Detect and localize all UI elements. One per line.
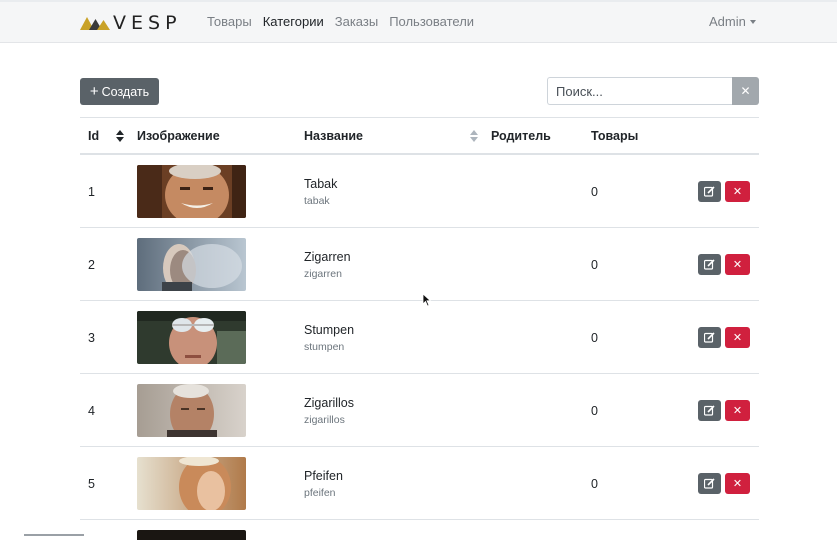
category-product-count: 0 [591,477,598,491]
delete-button[interactable]: ✕ [725,327,750,348]
category-name: Tabak [304,177,338,191]
edit-button[interactable] [698,254,721,275]
column-header-id[interactable]: Id [88,129,99,143]
category-id: 4 [88,404,95,418]
column-header-products: Товары [591,129,639,143]
table-row: 1 Tabak tabak 0 ✕ [80,155,759,228]
category-id: 1 [88,185,95,199]
brand-name: VESP [113,12,182,34]
column-header-parent: Родитель [491,129,551,143]
table-row: 2 Zigarren zigarren 0 ✕ [80,228,759,301]
edit-icon [704,332,715,343]
category-id: 2 [88,258,95,272]
category-image [137,311,246,364]
column-header-image: Изображение [137,129,220,143]
close-icon: ✕ [732,186,743,198]
categories-table: Id Изображение Название Родитель Товары … [80,117,759,540]
category-id: 3 [88,331,95,345]
logo-mark-icon [80,17,110,30]
edit-button[interactable] [698,400,721,421]
category-slug: zigarillos [304,414,345,426]
table-row-partial [80,520,759,540]
category-product-count: 0 [591,404,598,418]
nav-item-products[interactable]: Товары [207,14,252,29]
edit-icon [704,259,715,270]
edit-icon [704,478,715,489]
delete-button[interactable]: ✕ [725,254,750,275]
category-product-count: 0 [591,258,598,272]
delete-button[interactable]: ✕ [725,473,750,494]
category-slug: zigarren [304,268,342,280]
plus-icon: + [89,83,99,100]
table-row: 4 Zigarillos zigarillos 0 ✕ [80,374,759,447]
category-slug: stumpen [304,341,345,353]
category-name: Pfeifen [304,469,343,483]
category-image [137,165,246,218]
category-name: Zigarren [304,250,351,264]
create-button[interactable]: + Создать [80,78,159,105]
chevron-down-icon [749,19,756,24]
nav-item-users[interactable]: Пользователи [389,14,474,29]
edit-button[interactable] [698,181,721,202]
category-name: Stumpen [304,323,355,337]
main-nav: Товары Категории Заказы Пользователи [207,14,485,29]
edit-icon [704,405,715,416]
category-slug: tabak [304,195,330,207]
user-menu-dropdown[interactable]: Admin [709,14,756,29]
category-slug: pfeifen [304,487,336,499]
category-image [137,457,246,510]
mouse-cursor-icon [422,293,432,307]
table-row: 3 Stumpen stumpen 0 ✕ [80,301,759,374]
sort-asc-icon[interactable] [116,130,124,142]
edit-button[interactable] [698,473,721,494]
close-icon: ✕ [740,84,751,98]
user-menu-label: Admin [709,14,746,29]
category-id: 5 [88,477,95,491]
table-header: Id Изображение Название Родитель Товары [80,117,759,155]
column-header-name[interactable]: Название [304,129,363,143]
category-image [137,238,246,291]
close-icon: ✕ [732,478,743,490]
category-image [137,530,246,540]
create-button-label: Создать [101,84,150,99]
search-clear-button[interactable]: ✕ [732,77,759,105]
search-group: ✕ [547,77,759,105]
delete-button[interactable]: ✕ [725,400,750,421]
delete-button[interactable]: ✕ [725,181,750,202]
sort-icon[interactable] [470,130,478,142]
close-icon: ✕ [732,405,743,417]
nav-item-orders[interactable]: Заказы [335,14,378,29]
edit-button[interactable] [698,327,721,348]
close-icon: ✕ [732,332,743,344]
brand-logo[interactable]: VESP [80,12,182,34]
table-row: 5 Pfeifen pfeifen 0 ✕ [80,447,759,520]
category-product-count: 0 [591,331,598,345]
nav-item-categories[interactable]: Категории [263,14,324,29]
category-product-count: 0 [591,185,598,199]
search-input[interactable] [547,77,732,105]
category-image [137,384,246,437]
navbar: VESP Товары Категории Заказы Пользовател… [0,2,837,43]
close-icon: ✕ [732,259,743,271]
edit-icon [704,186,715,197]
category-name: Zigarillos [304,396,355,410]
